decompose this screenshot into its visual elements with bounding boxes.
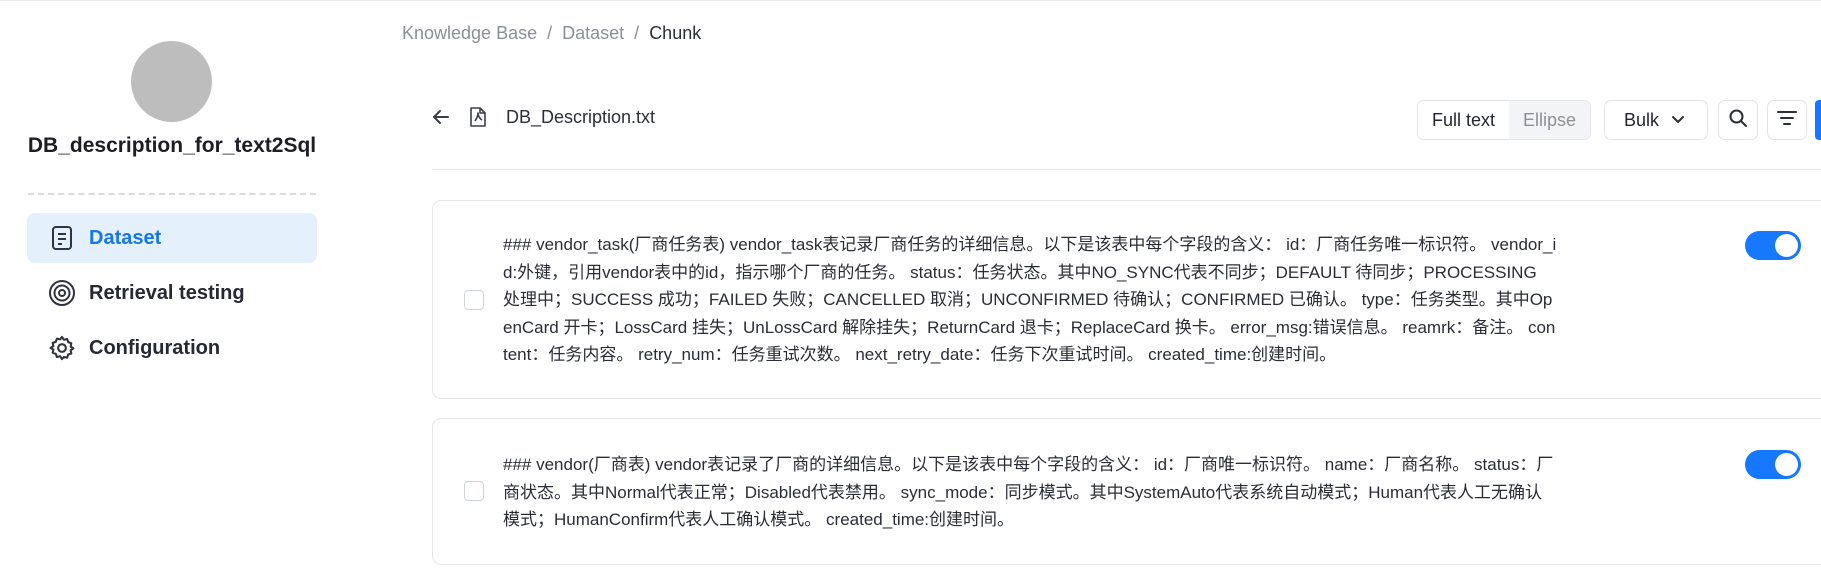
search-icon — [1728, 108, 1748, 133]
search-button[interactable] — [1718, 100, 1758, 140]
bulk-label: Bulk — [1624, 109, 1660, 130]
gear-icon — [47, 333, 77, 363]
chunk-card[interactable]: ### vendor(厂商表) vendor表记录了厂商的详细信息。以下是该表中… — [432, 418, 1821, 565]
chunk-enabled-switch[interactable] — [1745, 450, 1801, 479]
chunk-enabled-switch[interactable] — [1745, 231, 1801, 260]
chunk-checkbox[interactable] — [464, 290, 484, 310]
sidebar-item-label: Retrieval testing — [89, 281, 245, 304]
bulk-dropdown[interactable]: Bulk — [1604, 100, 1708, 140]
breadcrumb: Knowledge Base / Dataset / Chunk — [402, 23, 701, 44]
sidebar-nav: Dataset Retrieval testing Configuration — [27, 213, 317, 378]
breadcrumb-separator: / — [547, 23, 553, 43]
breadcrumb-dataset[interactable]: Dataset — [562, 23, 624, 44]
sidebar-item-retrieval-testing[interactable]: Retrieval testing — [27, 268, 317, 318]
view-mode-toggle: Full text Ellipse — [1417, 100, 1592, 140]
sidebar-item-configuration[interactable]: Configuration — [27, 323, 317, 373]
chunk-card[interactable]: ### vendor_task(厂商任务表) vendor_task表记录厂商任… — [432, 200, 1821, 399]
avatar — [131, 41, 212, 122]
breadcrumb-knowledge-base[interactable]: Knowledge Base — [402, 23, 537, 44]
sidebar: DB_description_for_text2Sql Dataset Retr… — [0, 0, 340, 582]
knowledge-base-name: DB_description_for_text2Sql — [27, 134, 317, 157]
toolbar-divider — [432, 169, 1821, 170]
sidebar-item-label: Dataset — [89, 226, 162, 249]
target-icon — [47, 278, 77, 308]
switch-knob — [1775, 453, 1798, 476]
create-chunk-button[interactable] — [1815, 100, 1821, 140]
full-text-button[interactable]: Full text — [1418, 101, 1510, 139]
breadcrumb-separator: / — [634, 23, 640, 43]
sidebar-item-label: Configuration — [89, 336, 221, 359]
file-icon — [469, 106, 487, 128]
breadcrumb-chunk: Chunk — [649, 23, 702, 43]
chevron-down-icon — [1671, 113, 1685, 127]
ellipse-button[interactable]: Ellipse — [1509, 101, 1591, 139]
file-name: DB_Description.txt — [506, 107, 656, 127]
back-arrow-icon[interactable] — [430, 106, 452, 128]
chunk-text: ### vendor_task(厂商任务表) vendor_task表记录厂商任… — [503, 235, 1557, 364]
sidebar-divider — [28, 193, 316, 195]
chunk-checkbox[interactable] — [464, 481, 484, 501]
document-icon — [47, 223, 77, 253]
filter-icon — [1776, 109, 1798, 132]
chunk-text: ### vendor(厂商表) vendor表记录了厂商的详细信息。以下是该表中… — [503, 455, 1554, 529]
switch-knob — [1775, 234, 1798, 257]
filter-button[interactable] — [1767, 100, 1807, 140]
sidebar-item-dataset[interactable]: Dataset — [27, 213, 317, 263]
